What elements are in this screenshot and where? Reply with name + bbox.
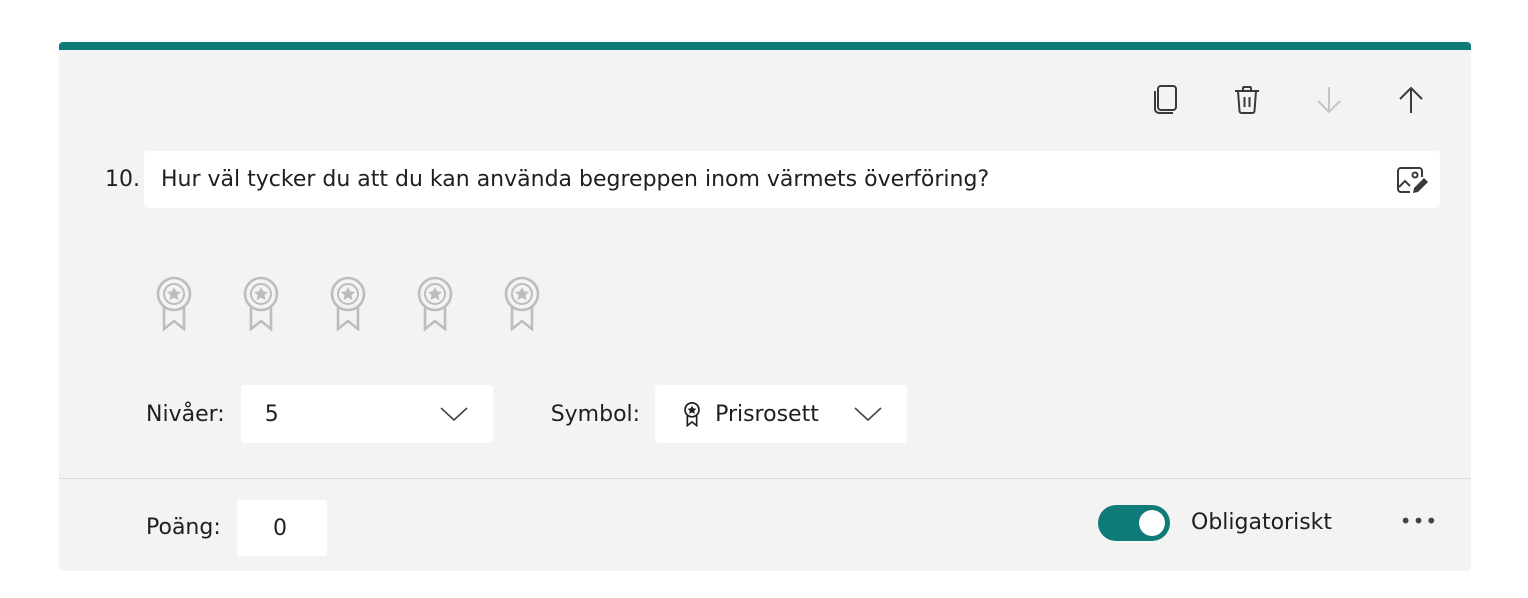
points-input[interactable]: 0 [237, 500, 327, 556]
chevron-down-icon [440, 407, 468, 422]
required-toggle[interactable] [1098, 505, 1170, 541]
delete-button[interactable] [1227, 82, 1267, 118]
arrow-up-icon [1399, 86, 1423, 113]
rosette-icon[interactable] [503, 275, 541, 331]
insert-image-button[interactable] [1394, 163, 1430, 196]
levels-label: Nivåer: [146, 401, 225, 427]
trash-icon [1235, 86, 1259, 114]
question-card: 10. Hur väl tycker du att du kan använda… [59, 42, 1471, 571]
copy-button[interactable] [1145, 82, 1185, 118]
settings-row: Nivåer: 5 Symbol: Prisrosett [146, 385, 908, 443]
question-title-input[interactable]: Hur väl tycker du att du kan använda beg… [144, 151, 1440, 208]
levels-value: 5 [264, 401, 279, 427]
chevron-down-icon [854, 407, 882, 422]
rosette-icon[interactable] [155, 275, 193, 331]
move-down-button[interactable] [1309, 82, 1349, 118]
question-footer: Poäng: 0 Obligatoriskt ••• [59, 479, 1471, 571]
required-label: Obligatoriskt [1191, 510, 1333, 535]
symbol-label: Symbol: [550, 401, 641, 427]
arrow-down-icon [1317, 87, 1341, 114]
accent-bar [59, 42, 1471, 50]
question-row: 10. Hur väl tycker du att du kan använda… [105, 151, 1440, 208]
move-up-button[interactable] [1391, 82, 1431, 118]
insert-image-icon [1397, 166, 1428, 193]
rating-preview [155, 275, 541, 331]
rosette-icon[interactable] [329, 275, 367, 331]
more-options-button[interactable]: ••• [1399, 503, 1439, 539]
rosette-icon [684, 402, 700, 427]
rosette-icon[interactable] [242, 275, 280, 331]
toggle-knob [1139, 510, 1165, 536]
levels-dropdown[interactable]: 5 [240, 385, 493, 443]
question-number: 10. [105, 167, 140, 192]
symbol-value: Prisrosett [715, 401, 819, 427]
rosette-icon[interactable] [416, 275, 454, 331]
question-toolbar [1145, 82, 1431, 118]
symbol-dropdown[interactable]: Prisrosett [655, 385, 908, 443]
points-label: Poäng: [146, 515, 221, 540]
copy-icon [1154, 85, 1177, 114]
